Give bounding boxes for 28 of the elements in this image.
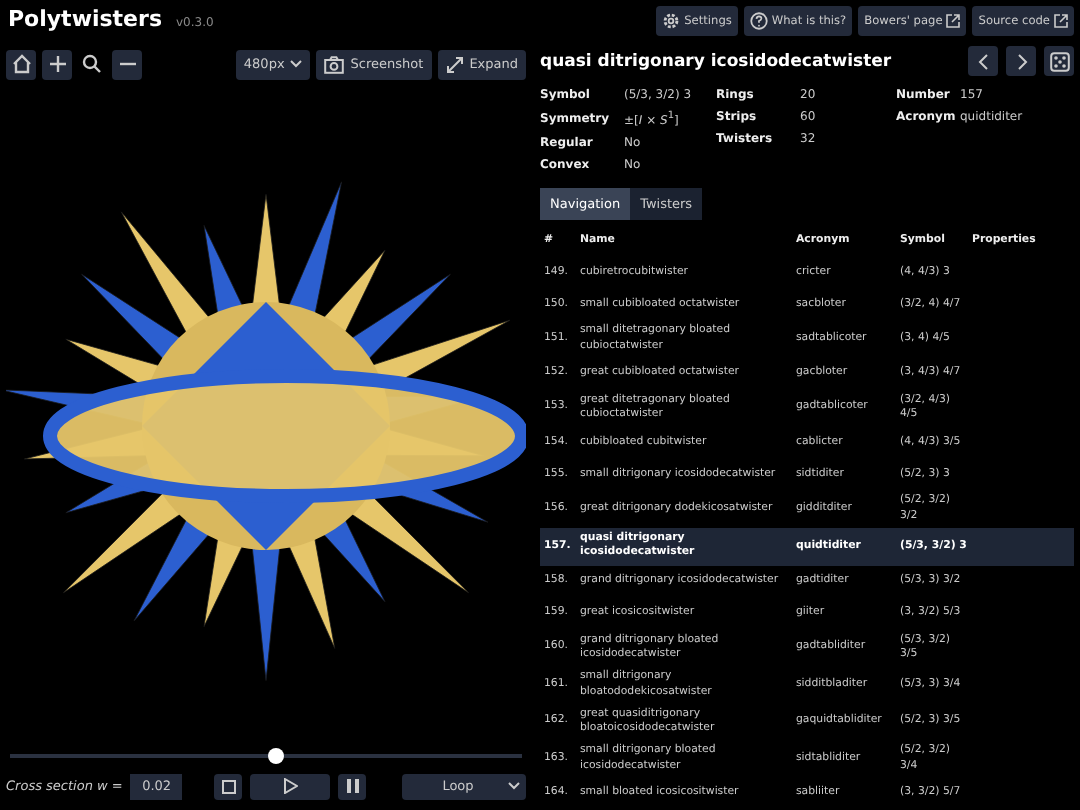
external-link-icon [946, 14, 961, 28]
previous-button[interactable] [968, 46, 998, 77]
stop-button[interactable] [214, 773, 243, 799]
zoom-in-button[interactable] [42, 49, 72, 79]
play-button[interactable] [250, 773, 331, 799]
dice-icon [1049, 51, 1069, 72]
polytwister-title: quasi ditrigonary icosidodecatwister [540, 51, 892, 72]
zoom-out-button[interactable] [112, 49, 142, 79]
random-button[interactable] [1044, 46, 1074, 77]
search-icon [82, 54, 102, 74]
next-button[interactable] [1006, 46, 1036, 77]
camera-icon [324, 55, 345, 73]
home-button[interactable] [6, 49, 36, 79]
caret-icon [508, 782, 520, 790]
settings-icon [662, 12, 681, 30]
expand-icon [445, 55, 464, 73]
chevron-right-icon [1015, 53, 1027, 70]
plus-icon [47, 54, 67, 74]
home-icon [11, 54, 31, 74]
external-link-icon [1054, 14, 1068, 28]
chevron-left-icon [977, 53, 989, 70]
pause-icon [345, 778, 360, 794]
caret-icon [290, 60, 303, 68]
app-title: Polytwisters [8, 6, 162, 32]
stop-icon [221, 779, 236, 793]
play-icon [283, 778, 298, 794]
pause-button[interactable] [338, 773, 367, 799]
help-icon [749, 12, 768, 30]
